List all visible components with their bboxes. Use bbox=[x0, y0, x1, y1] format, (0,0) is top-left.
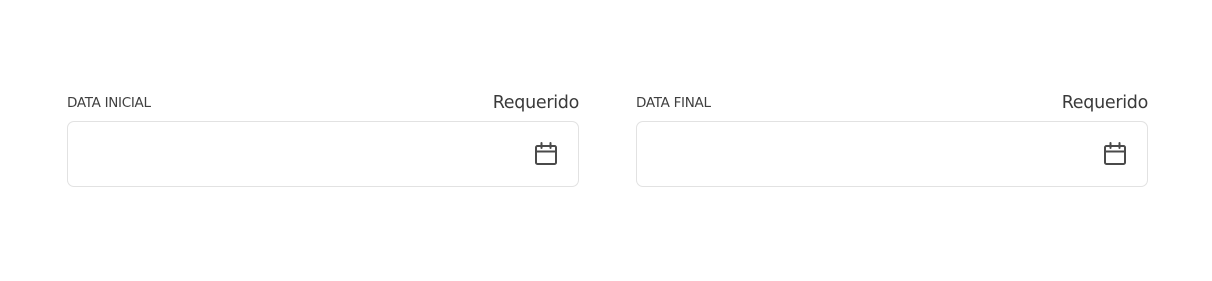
end-date-label: DATA FINAL bbox=[636, 94, 711, 111]
end-date-header: DATA FINAL Requerido bbox=[636, 86, 1148, 112]
end-date-required-text: Requerido bbox=[1061, 92, 1149, 113]
start-date-input-box[interactable] bbox=[67, 121, 579, 187]
calendar-icon[interactable] bbox=[1102, 141, 1128, 167]
start-date-label: DATA INICIAL bbox=[67, 94, 151, 111]
start-date-header: DATA INICIAL Requerido bbox=[67, 86, 579, 112]
end-date-input-box[interactable] bbox=[636, 121, 1148, 187]
start-date-required-text: Requerido bbox=[492, 92, 580, 113]
start-date-input[interactable] bbox=[80, 122, 520, 186]
calendar-icon[interactable] bbox=[533, 141, 559, 167]
end-date-field: DATA FINAL Requerido bbox=[636, 86, 1148, 187]
start-date-field: DATA INICIAL Requerido bbox=[67, 86, 579, 187]
end-date-input[interactable] bbox=[649, 122, 1089, 186]
date-range-form: DATA INICIAL Requerido DATA FINAL Requer… bbox=[0, 0, 1212, 281]
